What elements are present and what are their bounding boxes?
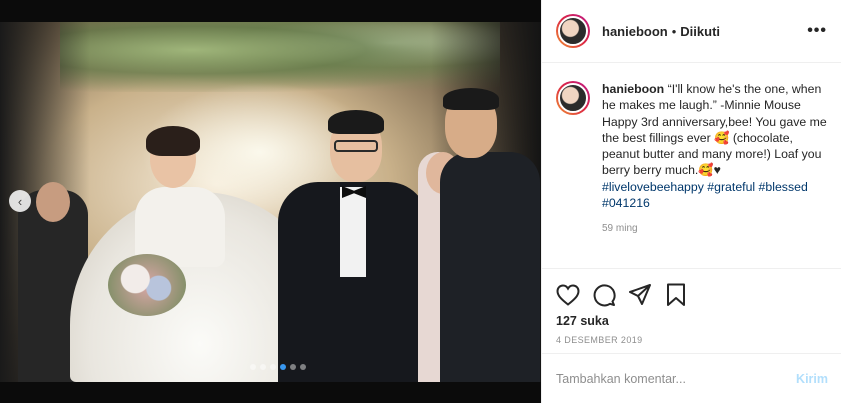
post-date: 4 DESEMBER 2019: [556, 335, 643, 345]
caption-body: hanieboon “I'll know he's the one, when …: [602, 81, 827, 268]
chevron-left-icon: ‹: [17, 193, 23, 209]
post-header: hanieboon • Diikuti •••: [542, 0, 841, 63]
comment-icon[interactable]: [592, 283, 616, 307]
comment-bar: Tambahkan komentar... Kirim: [542, 353, 841, 403]
avatar[interactable]: [556, 14, 590, 48]
follow-status-button[interactable]: Diikuti: [680, 24, 720, 39]
carousel-dot: [300, 364, 306, 370]
wedding-photo[interactable]: [0, 22, 541, 382]
photo-bride-hair: [146, 126, 200, 156]
send-comment-button[interactable]: Kirim: [796, 372, 828, 386]
photo-groom-hair: [328, 110, 384, 134]
caption-time[interactable]: 59 ming: [602, 221, 827, 237]
caption-username-link[interactable]: hanieboon: [602, 82, 664, 96]
previous-slide-button[interactable]: ‹: [9, 190, 31, 212]
heart-icon[interactable]: [556, 283, 580, 307]
carousel-dot: [260, 364, 266, 370]
avatar-image: [558, 16, 588, 46]
caption-hashtags[interactable]: #livelovebeehappy #grateful #blessed #04…: [602, 180, 808, 210]
comment-input[interactable]: Tambahkan komentar...: [556, 372, 686, 386]
carousel-dot: [270, 364, 276, 370]
carousel-dot: [290, 364, 296, 370]
photo-guest-left-head: [36, 182, 70, 222]
username-link[interactable]: hanieboon: [602, 24, 668, 39]
bookmark-icon[interactable]: [664, 283, 688, 307]
carousel-dot: [250, 364, 256, 370]
share-icon[interactable]: [628, 283, 652, 307]
photo-glasses: [334, 140, 378, 152]
avatar-image: [558, 83, 588, 113]
caption-text-message: Happy 3rd anniversary,bee! You gave me t…: [602, 114, 827, 178]
caption-avatar[interactable]: [556, 81, 590, 115]
letterbox-top: [0, 0, 541, 22]
photo-bouquet: [108, 254, 186, 316]
action-bar: [542, 269, 841, 311]
separator-dot: •: [671, 23, 677, 39]
post-media[interactable]: ‹: [0, 0, 541, 403]
photo-guest-man-suit: [440, 152, 540, 382]
caption-section: hanieboon “I'll know he's the one, when …: [542, 63, 841, 269]
instagram-post: ‹ hanieboon • Diikuti ••• hanieboon “I'l…: [0, 0, 841, 403]
carousel-indicator: [250, 364, 306, 370]
carousel-dot: [280, 364, 286, 370]
likes-count[interactable]: 127 suka: [542, 311, 841, 331]
photo-guest-man-hair: [443, 88, 499, 110]
post-sidebar: hanieboon • Diikuti ••• hanieboon “I'll …: [541, 0, 841, 403]
photo-groom-shirt: [340, 187, 366, 277]
letterbox-bottom: [0, 382, 541, 403]
more-options-icon[interactable]: •••: [807, 22, 827, 40]
